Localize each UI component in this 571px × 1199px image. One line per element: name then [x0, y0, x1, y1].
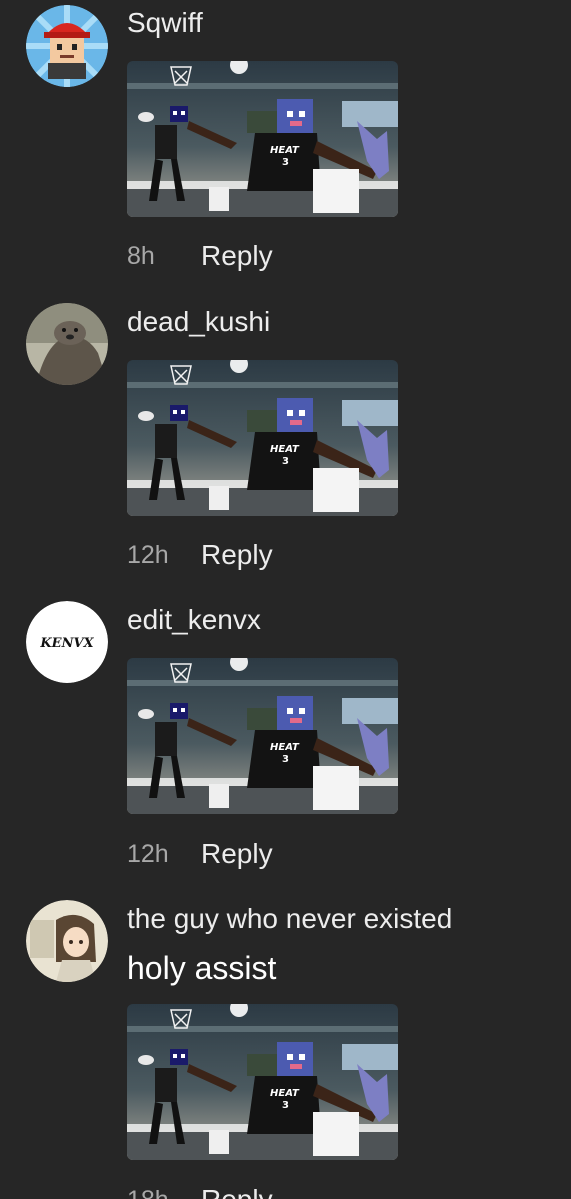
avatar[interactable]	[26, 5, 108, 87]
basketball-photo-icon: HEAT 3	[127, 360, 398, 516]
avatar-logo-text: KENVX	[39, 636, 94, 651]
basketball-photo-icon: HEAT 3	[127, 1004, 398, 1160]
reply-button[interactable]: Reply	[201, 838, 273, 870]
comment-image[interactable]: HEAT 3	[127, 658, 398, 814]
avatar[interactable]: KENVX	[26, 601, 108, 683]
svg-text:HEAT: HEAT	[270, 145, 300, 156]
svg-text:3: 3	[282, 754, 289, 765]
comment-image[interactable]: HEAT 3	[127, 360, 398, 516]
comment-text: holy assist	[127, 950, 277, 986]
avatar[interactable]	[26, 303, 108, 385]
reply-button[interactable]: Reply	[201, 539, 273, 571]
roblox-avatar-icon	[26, 5, 108, 87]
comment-timestamp: 8h	[127, 241, 155, 270]
reply-button[interactable]: Reply	[201, 240, 273, 272]
svg-text:3: 3	[282, 1100, 289, 1111]
sea-lion-photo-icon	[26, 303, 108, 385]
comment-timestamp: 12h	[127, 839, 169, 868]
comment-timestamp: 12h	[127, 540, 169, 569]
kenvx-logo-icon: KENVX	[26, 601, 108, 683]
svg-text:HEAT: HEAT	[270, 742, 300, 753]
svg-text:HEAT: HEAT	[270, 444, 300, 455]
comment-meta: 18h Reply	[127, 1180, 273, 1199]
comment-username[interactable]: dead_kushi	[127, 306, 270, 338]
comment-meta: 12h Reply	[127, 535, 273, 575]
comment-image[interactable]: HEAT 3	[127, 1004, 398, 1160]
comment-image[interactable]: HEAT 3	[127, 61, 398, 217]
comment-username[interactable]: Sqwiff	[127, 7, 203, 39]
svg-text:3: 3	[282, 157, 289, 168]
basketball-photo-icon: HEAT 3	[127, 658, 398, 814]
comment-timestamp: 18h	[127, 1186, 187, 1199]
avatar[interactable]	[26, 900, 108, 982]
svg-text:3: 3	[282, 456, 289, 467]
comment-meta: 8h Reply	[127, 236, 273, 276]
anime-girl-icon	[26, 900, 108, 982]
svg-text:HEAT: HEAT	[270, 1088, 300, 1099]
comment-username[interactable]: edit_kenvx	[127, 604, 261, 636]
comment-username[interactable]: the guy who never existed	[127, 903, 452, 935]
comment-meta: 12h Reply	[127, 834, 273, 874]
reply-button[interactable]: Reply	[201, 1184, 273, 1199]
basketball-photo-icon: HEAT 3	[127, 61, 398, 217]
